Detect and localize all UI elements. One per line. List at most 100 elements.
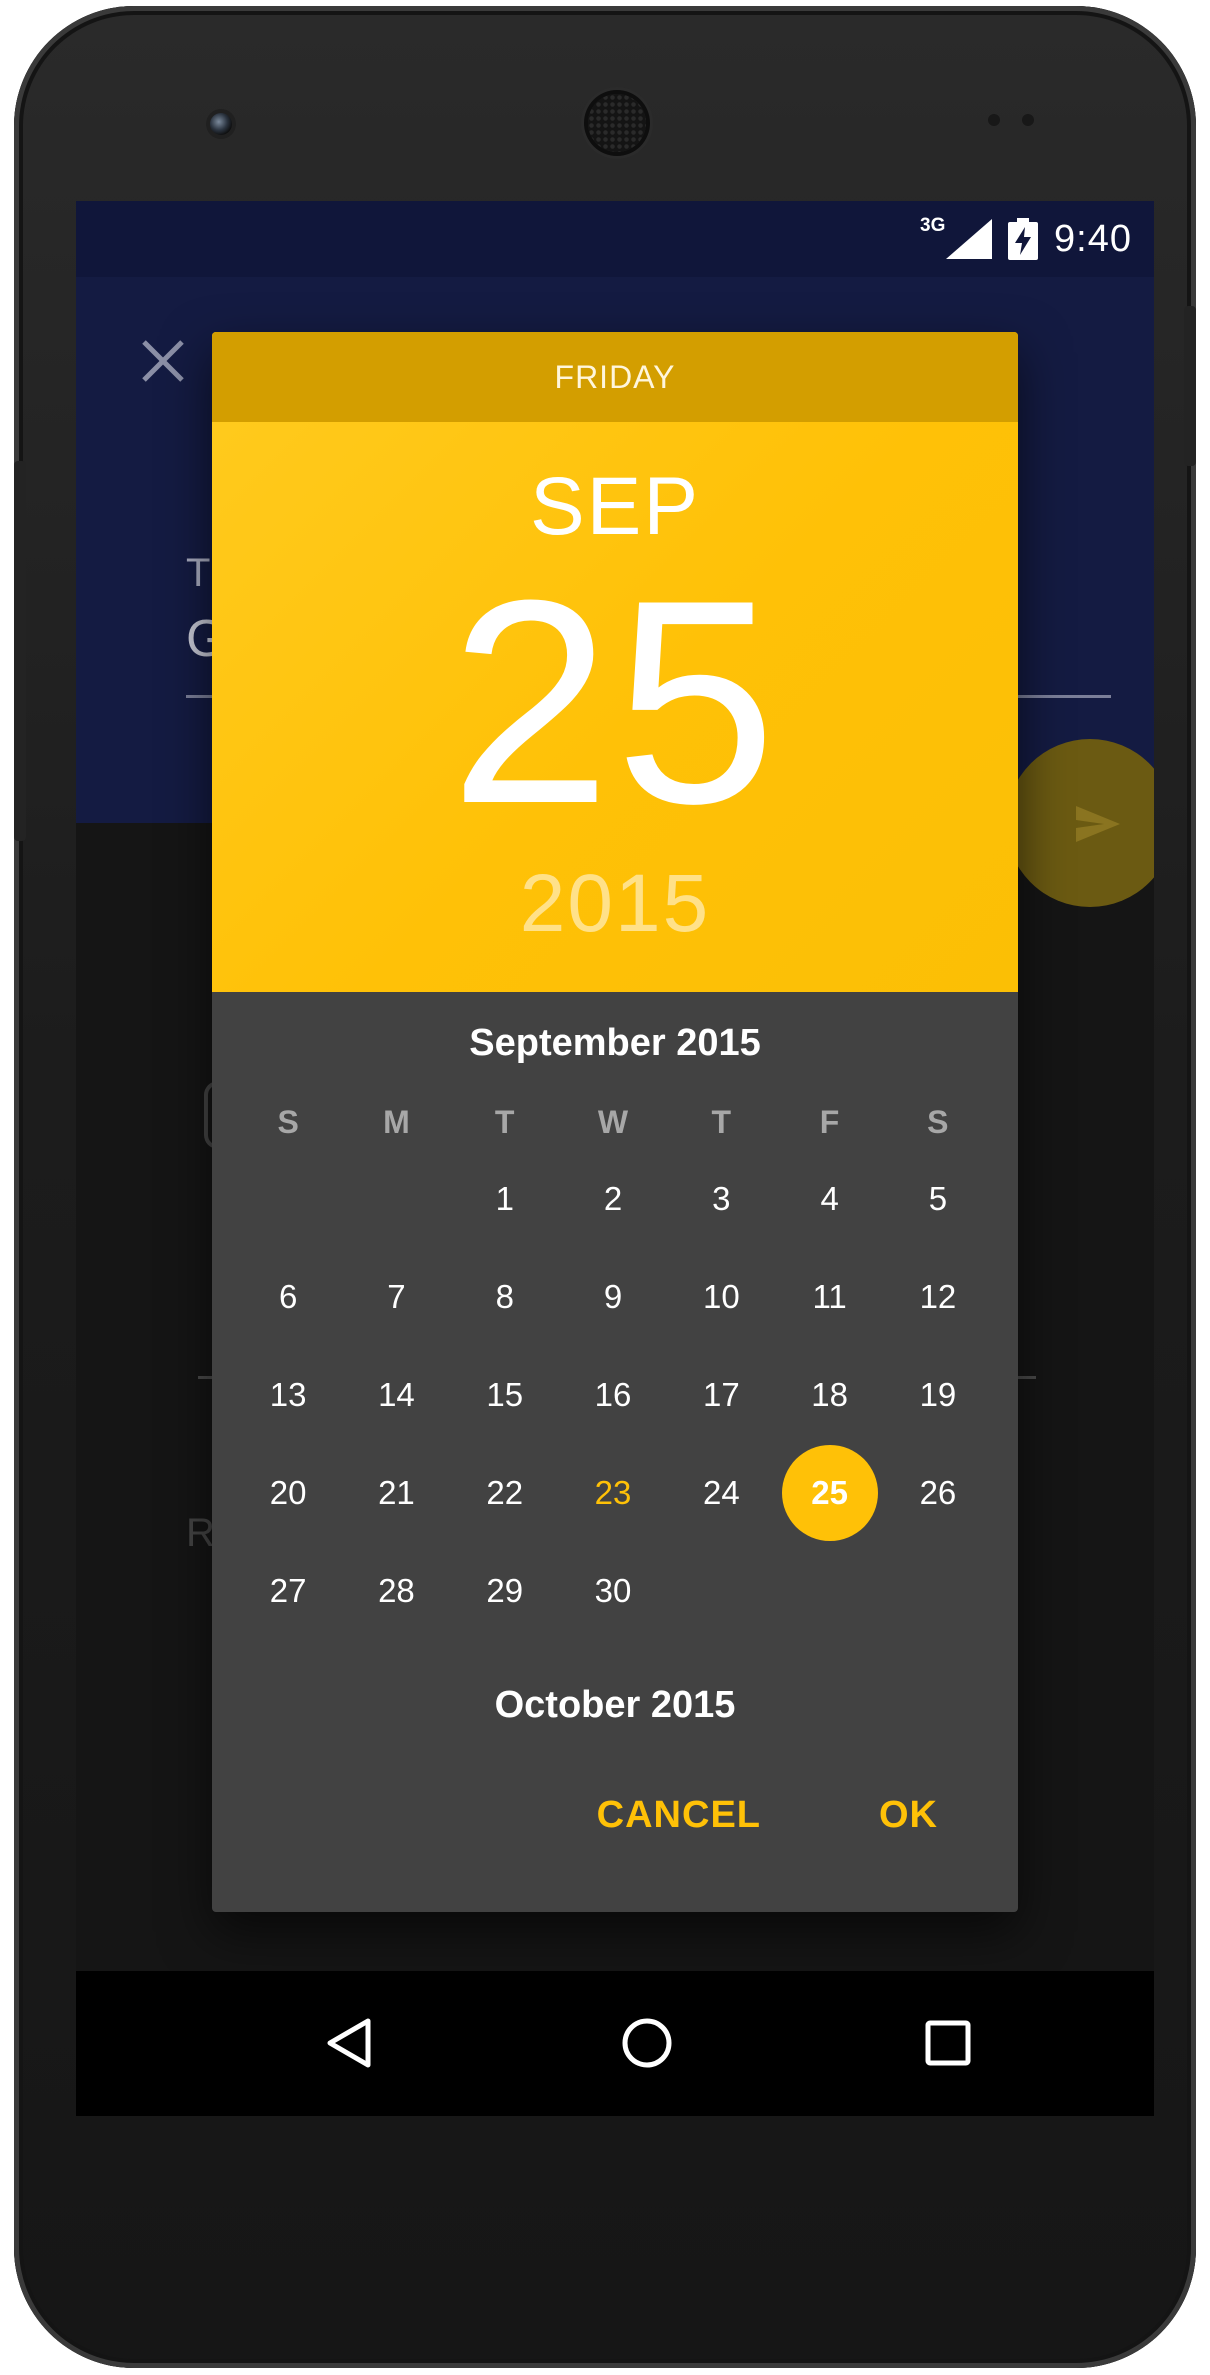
selected-day-name: FRIDAY [212, 332, 1018, 422]
back-button[interactable] [314, 2007, 386, 2079]
calendar-day-label: 2 [603, 1180, 623, 1217]
network-label: 3G [920, 215, 946, 236]
calendar-day-label: 5 [928, 1180, 948, 1217]
calendar-day[interactable]: 12 [884, 1248, 992, 1346]
calendar-day[interactable]: 25 [775, 1444, 883, 1542]
calendar-day[interactable]: 16 [559, 1346, 667, 1444]
calendar-day[interactable]: 6 [234, 1248, 342, 1346]
calendar-day-label: 6 [278, 1278, 298, 1315]
calendar-day[interactable]: 23 [559, 1444, 667, 1542]
proximity-sensor [988, 114, 1000, 126]
calendar-day[interactable]: 9 [559, 1248, 667, 1346]
calendar-day[interactable]: 13 [234, 1346, 342, 1444]
calendar-day-label: 13 [269, 1376, 307, 1413]
close-icon[interactable] [138, 336, 188, 386]
calendar-day[interactable]: 8 [451, 1248, 559, 1346]
recents-icon [925, 2020, 971, 2066]
weekday-label: W [597, 1104, 629, 1140]
calendar-day[interactable]: 7 [342, 1248, 450, 1346]
calendar-day-label: 21 [378, 1474, 415, 1511]
calendar-day-label: 7 [387, 1278, 406, 1315]
cancel-button[interactable]: CANCEL [597, 1794, 761, 1837]
calendar-day-label: 15 [486, 1376, 524, 1413]
phone-frame: 3G 9:40 T G R FRIDAY SEP 25 2015 Septemb… [14, 6, 1196, 2368]
weekday-label: T [711, 1104, 732, 1140]
screen: 3G 9:40 T G R FRIDAY SEP 25 2015 Septemb… [76, 201, 1154, 2116]
calendar-day-label: 1 [495, 1180, 514, 1217]
weekday-label: S [927, 1104, 949, 1140]
calendar-month-title: September 2015 [469, 1022, 761, 1064]
front-camera [210, 113, 232, 135]
calendar-day-label: 10 [702, 1278, 740, 1315]
calendar-day-label: 27 [269, 1572, 307, 1609]
power-button [1184, 306, 1196, 466]
calendar-day[interactable]: 24 [667, 1444, 775, 1542]
calendar-day[interactable]: 18 [775, 1346, 883, 1444]
calendar-day[interactable]: 22 [451, 1444, 559, 1542]
calendar-next-month-title: October 2015 [494, 1684, 736, 1726]
earpiece-speaker [588, 94, 646, 152]
calendar-day-label: 26 [919, 1474, 957, 1511]
navigation-bar [76, 1971, 1154, 2116]
calendar-day[interactable]: 26 [884, 1444, 992, 1542]
status-icons: 3G 9:40 [920, 213, 1132, 265]
date-picker-header: FRIDAY SEP 25 2015 [212, 332, 1018, 992]
calendar-day-label: 9 [603, 1278, 623, 1315]
calendar-day[interactable]: 3 [667, 1150, 775, 1248]
selected-year[interactable]: 2015 [212, 857, 1018, 951]
battery-charging-icon [1008, 218, 1039, 260]
recents-button[interactable] [912, 2007, 984, 2079]
calendar-day[interactable]: 21 [342, 1444, 450, 1542]
calendar-day[interactable]: 14 [342, 1346, 450, 1444]
calendar-day[interactable]: 5 [884, 1150, 992, 1248]
dialog-actions: CANCEL OK [597, 1794, 938, 1837]
selected-day[interactable]: 25 [212, 557, 1018, 847]
weekday-label: S [277, 1104, 299, 1140]
calendar-day[interactable]: 30 [559, 1542, 667, 1640]
calendar-day[interactable]: 17 [667, 1346, 775, 1444]
calendar-day-label: 30 [594, 1572, 632, 1609]
calendar-day[interactable]: 19 [884, 1346, 992, 1444]
calendar-day-label: 12 [919, 1278, 957, 1315]
light-sensor [1022, 114, 1034, 126]
calendar-day-label: 17 [702, 1376, 740, 1413]
calendar-day-label: 19 [919, 1376, 957, 1413]
calendar-day-label: 4 [820, 1180, 839, 1217]
date-picker-dialog: FRIDAY SEP 25 2015 September 2015 S M T W T F… [212, 332, 1018, 1912]
calendar-day[interactable]: 15 [451, 1346, 559, 1444]
calendar-day-label: 11 [812, 1278, 847, 1315]
signal-icon [946, 219, 993, 259]
home-button[interactable] [611, 2007, 683, 2079]
volume-button [14, 461, 26, 841]
weekday-label: T [494, 1104, 515, 1140]
calendar-day[interactable]: 10 [667, 1248, 775, 1346]
calendar-day[interactable]: 27 [234, 1542, 342, 1640]
clock: 9:40 [1054, 217, 1132, 260]
ok-button[interactable]: OK [879, 1794, 938, 1837]
calendar-empty-cell [234, 1150, 342, 1248]
calendar-day[interactable]: 2 [559, 1150, 667, 1248]
calendar-day-label: 28 [378, 1572, 415, 1609]
calendar-day[interactable]: 4 [775, 1150, 883, 1248]
calendar-day[interactable]: 11 [775, 1248, 883, 1346]
calendar-day-label: 23 [594, 1474, 632, 1511]
calendar-day[interactable]: 20 [234, 1444, 342, 1542]
status-bar: 3G 9:40 [76, 201, 1154, 277]
calendar-day-label: 8 [495, 1278, 514, 1315]
calendar-day[interactable]: 1 [451, 1150, 559, 1248]
calendar-day-label: 18 [811, 1376, 848, 1413]
calendar-weekday-row: SMTWTFS [234, 1104, 992, 1141]
calendar-day-label: 16 [594, 1376, 632, 1413]
back-icon [327, 2018, 371, 2068]
calendar-day-label: 14 [378, 1376, 415, 1413]
weekday-label: F [819, 1104, 840, 1140]
calendar-day-label: 20 [269, 1474, 307, 1511]
calendar-empty-cell [342, 1150, 450, 1248]
weekday-label: M [383, 1104, 410, 1140]
title-field-label: T [186, 551, 211, 595]
calendar-day[interactable]: 28 [342, 1542, 450, 1640]
home-icon [622, 2018, 672, 2068]
send-icon [1076, 806, 1120, 842]
calendar-day-label: 29 [486, 1572, 524, 1609]
calendar-day[interactable]: 29 [451, 1542, 559, 1640]
